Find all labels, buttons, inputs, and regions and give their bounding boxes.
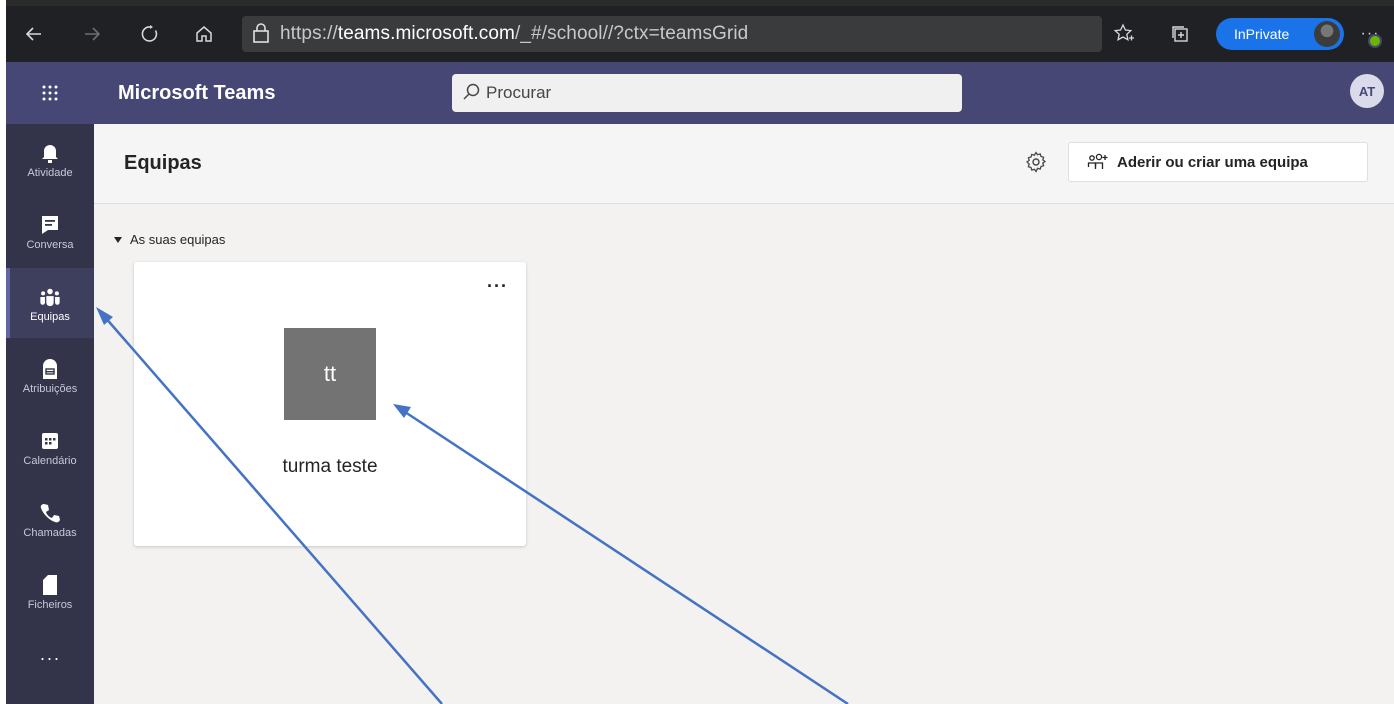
assignments-icon [39,358,61,380]
collections-icon[interactable] [1166,18,1194,50]
user-avatar[interactable]: AT [1350,74,1384,108]
gear-icon[interactable] [1024,150,1048,174]
phone-icon [39,502,61,524]
app-rail: Atividade Conversa Equipas Atribuições C… [6,124,94,704]
section-label: As suas equipas [130,232,226,247]
url-text[interactable]: https://teams.microsoft.com/_#/school//?… [280,23,748,45]
chat-icon [39,214,61,236]
rail-label: Atividade [27,167,73,179]
rail-item-chamadas[interactable]: Chamadas [6,484,94,554]
rail-item-calendario[interactable]: Calendário [6,412,94,482]
team-name[interactable]: turma teste [134,456,526,478]
bell-icon [39,142,61,164]
home-icon[interactable] [190,18,218,50]
rail-item-ficheiros[interactable]: Ficheiros [6,556,94,626]
url-path: /_#/school//?ctx=teamsGrid [515,23,749,44]
rail-label: Conversa [26,239,74,251]
caret-down-icon [114,236,122,243]
lock-icon[interactable] [252,22,272,46]
search-placeholder: Procurar [486,83,552,102]
search-icon [462,82,482,107]
back-arrow-icon[interactable] [20,18,48,50]
add-team-icon [1087,153,1109,171]
rail-label: Equipas [30,311,70,323]
rail-item-equipas[interactable]: Equipas [6,268,94,338]
page-header: Equipas Aderir ou criar uma equipa [94,124,1394,204]
teams-header: Microsoft Teams Procurar AT [6,62,1394,124]
rail-label: Chamadas [23,527,77,539]
search-input[interactable]: Procurar [452,74,962,112]
inprivate-button[interactable]: InPrivate [1216,18,1344,50]
rail-label: Ficheiros [27,599,73,611]
team-card-more-button[interactable]: ··· [487,276,508,297]
app-title: Microsoft Teams [118,82,276,104]
rail-item-atividade[interactable]: Atividade [6,124,94,194]
team-avatar-tile[interactable]: tt [284,328,376,420]
screenshot-frame: https://teams.microsoft.com/_#/school//?… [0,0,1394,704]
refresh-icon[interactable] [136,18,164,50]
browser-toolbar: https://teams.microsoft.com/_#/school//?… [6,0,1394,62]
app-launcher-icon[interactable] [6,62,94,124]
rail-label: Calendário [23,455,77,467]
calendar-icon [39,430,61,452]
your-teams-section-toggle[interactable]: As suas equipas [114,232,225,247]
rail-item-atribuicoes[interactable]: Atribuições [6,340,94,410]
favorites-star-icon[interactable] [1110,18,1138,50]
presence-available-icon [1368,34,1382,48]
join-button-label: Aderir ou criar uma equipa [1117,153,1308,171]
rail-item-conversa[interactable]: Conversa [6,196,94,266]
url-prefix: https:// [280,23,338,44]
team-card[interactable]: ··· tt turma teste [134,262,526,546]
profile-avatar-icon [1314,21,1340,47]
join-or-create-team-button[interactable]: Aderir ou criar uma equipa [1068,142,1368,182]
rail-more-button[interactable]: ··· [6,632,94,702]
teams-icon [39,286,61,308]
address-bar[interactable]: https://teams.microsoft.com/_#/school//?… [242,16,1102,52]
inprivate-label: InPrivate [1234,26,1290,42]
rail-label: Atribuições [22,383,78,395]
page-title: Equipas [124,152,202,174]
main-content: Equipas Aderir ou criar uma equipa As su… [94,124,1394,704]
file-icon [39,574,61,596]
url-host: teams.microsoft.com [337,23,515,44]
forward-arrow-icon[interactable] [78,18,106,50]
